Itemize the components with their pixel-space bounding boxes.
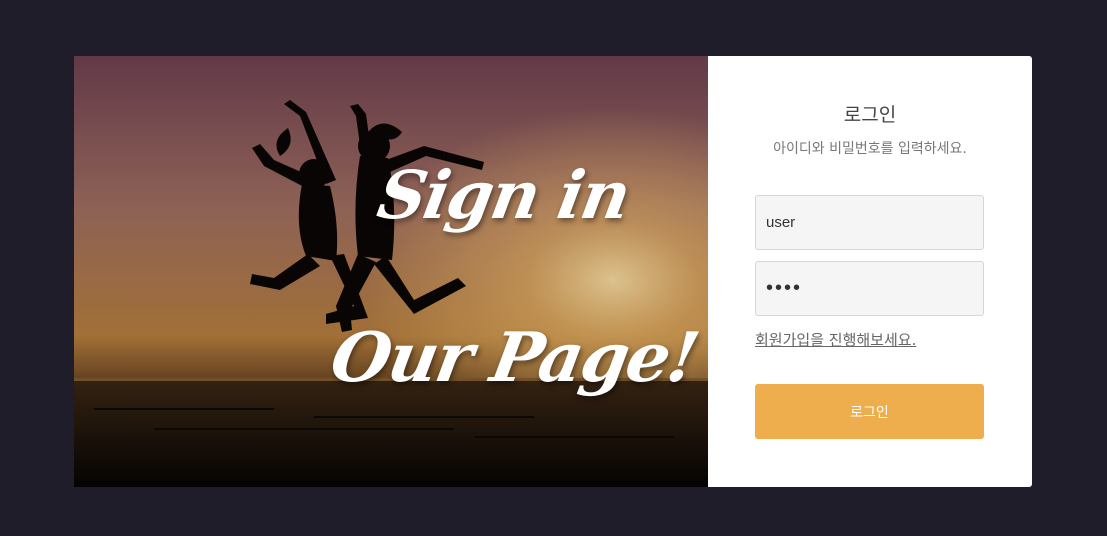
login-panel: 로그인 아이디와 비밀번호를 입력하세요. 회원가입을 진행해보세요. 로그인 — [708, 56, 1032, 487]
password-input[interactable] — [755, 261, 984, 316]
hero-headline-line2: Our Page! — [324, 318, 704, 398]
login-card: Sign in Our Page! 로그인 아이디와 비밀번호를 입력하세요. … — [74, 56, 1032, 487]
login-button[interactable]: 로그인 — [755, 384, 984, 439]
hero-headline: Sign in Our Page! — [74, 56, 708, 487]
hero-headline-line1: Sign in — [372, 156, 635, 234]
hero-image: Sign in Our Page! — [74, 56, 708, 487]
login-title: 로그인 — [843, 104, 897, 126]
login-subtitle: 아이디와 비밀번호를 입력하세요. — [773, 141, 967, 157]
signup-link[interactable]: 회원가입을 진행해보세요. — [755, 329, 916, 350]
username-input[interactable] — [755, 195, 984, 250]
